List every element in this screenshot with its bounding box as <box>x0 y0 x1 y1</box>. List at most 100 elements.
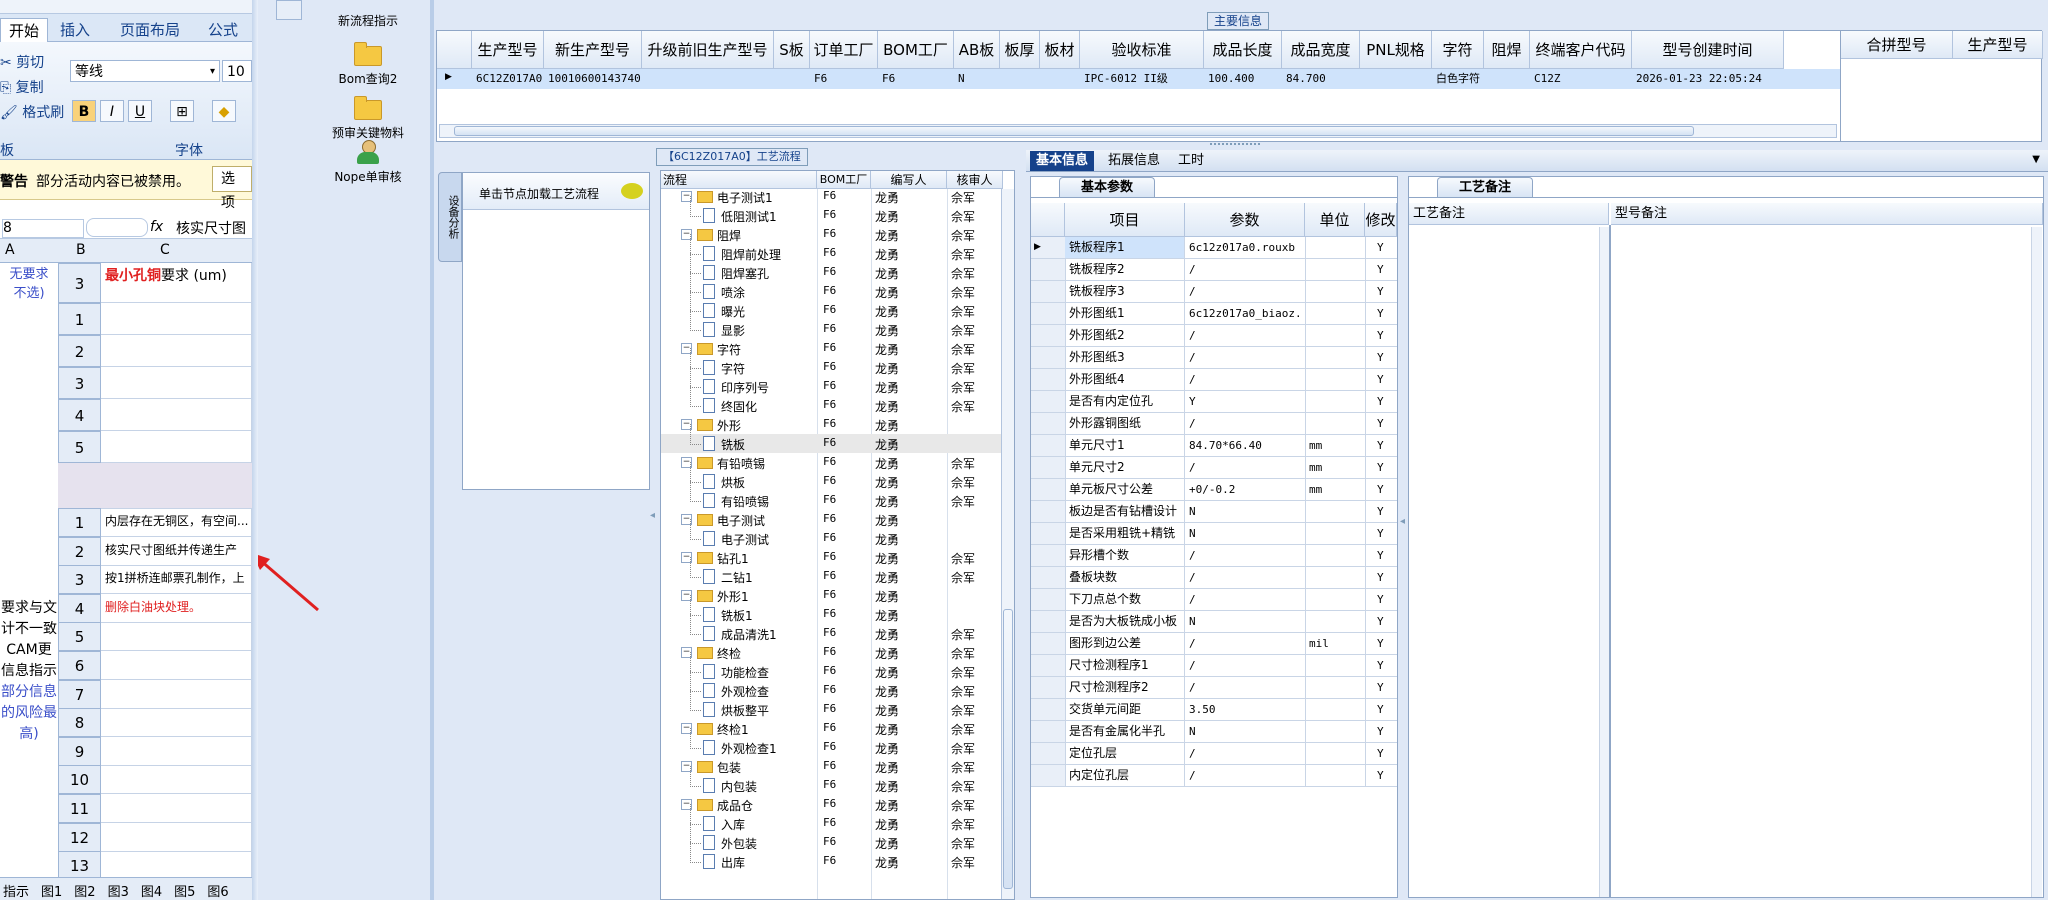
model-remarks-scrollbar[interactable] <box>2031 227 2042 897</box>
param-col-item[interactable]: 项目 <box>1065 203 1185 237</box>
param-row[interactable]: 交货单元间距 3.50 Y <box>1031 699 1397 721</box>
param-value[interactable]: N <box>1189 527 1303 540</box>
process-tree-node[interactable]: 印序列号 F6 龙勇 佘军 <box>661 367 1007 396</box>
toolbar-button-top[interactable] <box>276 0 302 20</box>
copy-button[interactable]: ⎘ 复制 <box>0 77 44 97</box>
process-tree-node[interactable]: − 有铅喷锡 F6 龙勇 佘军 <box>661 453 1007 472</box>
param-value[interactable]: 6c12z017a0.rouxb <box>1189 241 1303 254</box>
param-row[interactable]: 铣板程序3 / Y <box>1031 281 1397 303</box>
sheet-tab[interactable]: 图2 <box>71 881 98 900</box>
param-col-modify[interactable]: 修改 <box>1365 203 1397 237</box>
main-info-col[interactable]: S板 <box>774 31 810 69</box>
main-info-cell[interactable]: C12Z <box>1530 72 1632 88</box>
sheet-cell[interactable] <box>101 399 252 431</box>
main-info-col[interactable]: 成品宽度 <box>1282 31 1360 69</box>
main-info-cell[interactable]: F6 <box>878 72 954 88</box>
sheet-cell[interactable] <box>101 651 252 680</box>
cut-button[interactable]: ✂ 剪切 <box>0 52 44 72</box>
sheet-cell[interactable] <box>101 431 252 463</box>
tab-work-hours[interactable]: 工时 <box>1172 151 1210 171</box>
main-info-cell[interactable]: 白色字符 <box>1432 72 1484 88</box>
tab-insert[interactable]: 插入 <box>52 18 98 42</box>
main-info-cell[interactable]: IPC-6012 II级 <box>1080 72 1204 88</box>
process-tree-node[interactable]: 电子测试 F6 龙勇 <box>661 519 1007 548</box>
main-info-cell[interactable]: N <box>954 72 1000 88</box>
process-tree-node[interactable]: 外观检查 F6 龙勇 佘军 <box>661 671 1007 700</box>
sheet-cell[interactable]: 按1拼桥连邮票孔制作，上 <box>101 565 252 595</box>
formula-input[interactable]: 核实尺寸图 <box>176 218 246 238</box>
main-info-col[interactable]: 生产型号 <box>472 31 544 69</box>
sheet-cell[interactable] <box>101 822 252 852</box>
sidebar-item-1[interactable]: 新流程指示 <box>308 12 428 29</box>
min-hole-copper-cell[interactable]: 最小孔铜要求 (um) <box>101 263 252 303</box>
worksheet-grid[interactable]: 无要求 不选) 3 最小孔铜要求 (um) 12345 1 内层存在无铜区，有空间… <box>0 263 252 881</box>
param-value[interactable]: Y <box>1189 395 1303 408</box>
merge-model-grid[interactable]: 合拼型号 生产型号 <box>1840 30 2043 142</box>
param-row[interactable]: 外形露铜图纸 / Y <box>1031 413 1397 435</box>
sheet-cell[interactable] <box>101 303 252 335</box>
param-col-unit[interactable]: 单位 <box>1305 203 1365 237</box>
italic-button[interactable]: I <box>100 100 124 122</box>
process-tree-node[interactable]: 曝光 F6 龙勇 佘军 <box>661 291 1007 320</box>
param-row[interactable]: 单元板尺寸公差 +0/-0.2 mm Y <box>1031 479 1397 501</box>
param-row[interactable]: 是否为大板铣成小板 N Y <box>1031 611 1397 633</box>
sheet-cell[interactable] <box>101 765 252 795</box>
process-tree-node[interactable]: 阻焊前处理 F6 龙勇 佘军 <box>661 234 1007 263</box>
font-name-select[interactable]: 等线 ▾ <box>70 60 220 82</box>
main-info-cell[interactable]: 6C12Z017A0 <box>472 72 544 88</box>
process-tree-node[interactable]: − 终检1 F6 龙勇 佘军 <box>661 719 1007 738</box>
process-tree-grid[interactable]: 流程 BOM工厂 编写人 核审人 − 电子测试1 F6 龙勇 佘军 低阻测试1 F6 龙勇 佘军… <box>660 170 1015 900</box>
sheet-cell[interactable] <box>101 851 252 881</box>
process-tree-node[interactable]: 外包装 F6 龙勇 佘军 <box>661 823 1007 852</box>
main-info-col[interactable]: 型号创建时间 <box>1632 31 1784 69</box>
param-row[interactable]: 异形槽个数 / Y <box>1031 545 1397 567</box>
param-value[interactable]: / <box>1189 417 1303 430</box>
process-tree-node[interactable]: 入库 F6 龙勇 佘军 <box>661 804 1007 833</box>
process-tree-node[interactable]: 阻焊塞孔 F6 龙勇 佘军 <box>661 253 1007 282</box>
detail-splitter[interactable]: ◂ <box>1400 176 1408 898</box>
tab-extended-info[interactable]: 拓展信息 <box>1102 151 1166 171</box>
param-value[interactable]: / <box>1189 329 1303 342</box>
param-value[interactable]: / <box>1189 549 1303 562</box>
param-value[interactable]: / <box>1189 637 1303 650</box>
param-row[interactable]: 内定位孔层 / Y <box>1031 765 1397 787</box>
param-row[interactable]: 外形图纸3 / Y <box>1031 347 1397 369</box>
production-model-header[interactable]: 生产型号 <box>1953 31 2043 59</box>
param-value[interactable]: N <box>1189 615 1303 628</box>
sheet-cell[interactable] <box>101 335 252 367</box>
param-value[interactable]: / <box>1189 461 1303 474</box>
param-row[interactable]: 尺寸检测程序2 / Y <box>1031 677 1397 699</box>
param-row[interactable]: 尺寸检测程序1 / Y <box>1031 655 1397 677</box>
main-info-col[interactable]: 板厚 <box>1000 31 1040 69</box>
main-info-col[interactable]: 成品长度 <box>1204 31 1282 69</box>
process-tree-node[interactable]: 终固化 F6 龙勇 佘军 <box>661 386 1007 415</box>
merge-model-header[interactable]: 合拼型号 <box>1841 31 1953 59</box>
main-info-col[interactable]: 新生产型号 <box>544 31 642 69</box>
format-painter-button[interactable]: 🖌 格式刷 <box>0 102 64 122</box>
process-tree-node[interactable]: 有铅喷锡 F6 龙勇 佘军 <box>661 481 1007 510</box>
process-tree-node[interactable]: 二钻1 F6 龙勇 佘军 <box>661 557 1007 586</box>
process-tree-node[interactable]: 烘板 F6 龙勇 佘军 <box>661 462 1007 491</box>
chevron-down-icon[interactable]: ▼ <box>2032 154 2040 165</box>
param-value[interactable]: / <box>1189 659 1303 672</box>
process-tree-node[interactable]: 成品清洗1 F6 龙勇 佘军 <box>661 614 1007 643</box>
process-tree-node[interactable]: − 包装 F6 龙勇 佘军 <box>661 757 1007 776</box>
collapse-icon[interactable]: ◂ <box>1400 516 1405 527</box>
vertical-scrollbar[interactable] <box>1001 189 1014 899</box>
main-info-col[interactable]: 订单工厂 <box>810 31 878 69</box>
process-tree-node[interactable]: − 阻焊 F6 龙勇 佘军 <box>661 225 1007 244</box>
sheet-cell[interactable] <box>101 708 252 738</box>
param-row[interactable]: ▶ 铣板程序1 6c12z017a0.rouxb Y <box>1031 237 1397 259</box>
param-value[interactable]: / <box>1189 593 1303 606</box>
main-info-col[interactable]: 升级前旧生产型号 <box>642 31 774 69</box>
sidebar-item-3[interactable]: 预审关键物料 <box>308 96 428 141</box>
font-size-select[interactable]: 10 <box>222 60 252 82</box>
sheet-tab[interactable]: 图4 <box>138 881 165 900</box>
process-tree-node[interactable]: − 字符 F6 龙勇 佘军 <box>661 339 1007 358</box>
process-tree-node[interactable]: − 成品仓 F6 龙勇 佘军 <box>661 795 1007 814</box>
tab-basic-info[interactable]: 基本信息 <box>1030 151 1095 171</box>
main-info-cell[interactable]: 10010600143740 <box>544 72 642 88</box>
process-tree-node[interactable]: 显影 F6 龙勇 佘军 <box>661 310 1007 339</box>
param-value[interactable]: 3.50 <box>1189 703 1303 716</box>
sheet-tab[interactable]: 指示 <box>0 881 32 900</box>
